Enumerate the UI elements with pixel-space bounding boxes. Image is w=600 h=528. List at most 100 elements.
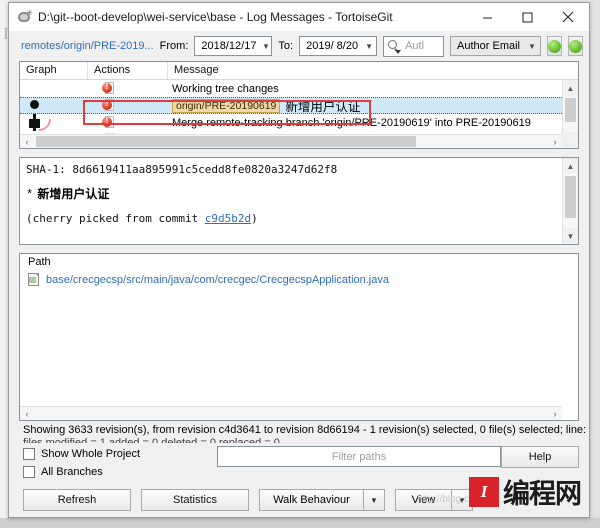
modified-icon <box>102 116 115 129</box>
chevron-down-icon: ▼ <box>365 41 374 51</box>
author-filter-value: Author Email <box>457 40 520 52</box>
checkbox-box[interactable] <box>23 466 35 478</box>
changed-paths-panel[interactable]: Path base/crecgecsp/src/main/java/com/cr… <box>19 253 579 421</box>
checkbox-label: All Branches <box>41 466 103 478</box>
bullet-glyph: * <box>26 188 34 202</box>
tortoisegit-icon: ✳ <box>17 9 33 25</box>
walk-behaviour-split-button[interactable]: Walk Behaviour ▼ <box>259 489 385 511</box>
column-header-actions[interactable]: Actions <box>88 62 168 79</box>
checkbox-label: Show Whole Project <box>41 448 141 460</box>
chevron-down-icon[interactable]: ▼ <box>363 489 385 511</box>
cherry-suffix: ) <box>251 212 258 225</box>
log-messages-window: ✳ D:\git--boot-develop\wei-service\base … <box>8 2 590 518</box>
vscroll-thumb[interactable] <box>565 98 576 122</box>
merge-curve-icon <box>39 119 51 131</box>
commit-message-text: SHA-1: 8d6619411aa895991c5cedd8fe0820a32… <box>20 158 562 244</box>
cherry-commit-link[interactable]: c9d5b2d <box>205 212 251 225</box>
scroll-down-button[interactable] <box>568 36 583 56</box>
window-title: D:\git--boot-develop\wei-service\base - … <box>38 10 393 24</box>
walk-behaviour-label[interactable]: Walk Behaviour <box>259 489 363 511</box>
search-input[interactable]: Autl <box>405 40 424 52</box>
from-date-combo[interactable]: 2018/12/17 ▼ <box>194 36 273 56</box>
scroll-left-arrow-icon[interactable]: ‹ <box>20 137 34 147</box>
option-checkboxes: Show Whole Project All Branches <box>23 443 217 481</box>
chevron-down-icon: ▼ <box>261 41 270 51</box>
revision-rows: Working tree changes origin/PRE-20190619… <box>20 80 562 145</box>
hscroll-track[interactable] <box>34 408 548 419</box>
filter-paths-input[interactable]: Filter paths <box>217 446 501 467</box>
checkbox-show-whole-project[interactable]: Show Whole Project <box>23 445 217 463</box>
branch-selector-link[interactable]: remotes/origin/PRE-2019... <box>21 40 154 52</box>
help-wrapper: Help <box>501 443 579 468</box>
column-header-path[interactable]: Path <box>20 254 562 271</box>
close-button[interactable] <box>547 3 589 31</box>
message-text: Merge remote-tracking branch 'origin/PRE… <box>172 116 531 129</box>
filter-placeholder: Filter paths <box>331 450 387 463</box>
path-hscrollbar[interactable]: ‹ › <box>20 406 562 420</box>
table-row[interactable]: origin/PRE-20190619 新增用户认证 <box>20 97 562 114</box>
from-label: From: <box>159 40 189 52</box>
scroll-up-arrow-icon[interactable]: ▲ <box>563 158 578 174</box>
watermark-text: 编程网 <box>503 479 582 510</box>
actions-cell <box>88 114 168 131</box>
refresh-button[interactable]: Refresh <box>23 489 131 511</box>
message-text: Working tree changes <box>172 82 279 95</box>
watermark-logo-icon: I <box>469 476 499 507</box>
chevron-down-icon: ▼ <box>528 41 536 51</box>
help-button[interactable]: Help <box>501 446 579 468</box>
list-item[interactable]: base/crecgecsp/src/main/java/com/crecgec… <box>28 273 389 286</box>
actions-cell <box>88 97 168 114</box>
commit-subject-text: 新增用户认证 <box>37 187 110 201</box>
vscroll-thumb[interactable] <box>565 176 576 218</box>
graph-cell <box>20 114 88 131</box>
watermark: I 编程网 <box>469 472 582 511</box>
author-filter-combo[interactable]: Author Email ▼ <box>450 36 541 56</box>
graph-cell <box>20 80 88 97</box>
scroll-corner <box>562 134 578 148</box>
scroll-up-button[interactable] <box>547 36 562 56</box>
maximize-button[interactable] <box>507 3 547 31</box>
taskbar-edge <box>0 518 600 528</box>
minimize-button[interactable] <box>467 3 507 31</box>
java-file-icon <box>28 273 41 286</box>
statistics-button[interactable]: Statistics <box>141 489 249 511</box>
commit-message-panel[interactable]: SHA-1: 8d6619411aa895991c5cedd8fe0820a32… <box>19 157 579 245</box>
backdrop-left <box>0 0 8 528</box>
ref-label: origin/PRE-20190619 <box>172 98 281 113</box>
to-date-combo[interactable]: 2019/ 8/20 ▼ <box>299 36 378 56</box>
checkbox-box[interactable] <box>23 448 35 460</box>
up-arrow-icon <box>548 39 561 53</box>
actions-cell <box>88 80 168 97</box>
message-cell: origin/PRE-20190619 新增用户认证 <box>168 97 562 114</box>
to-label: To: <box>278 40 294 52</box>
hscroll-thumb[interactable] <box>36 136 417 147</box>
search-box[interactable]: Autl <box>383 35 445 57</box>
cherry-prefix: (cherry picked from commit <box>26 212 205 225</box>
cherry-pick-line: (cherry picked from commit c9d5b2d) <box>26 212 556 225</box>
revision-list-hscrollbar[interactable]: ‹ › <box>20 134 562 148</box>
backdrop-right <box>590 0 600 528</box>
table-row[interactable]: Merge remote-tracking branch 'origin/PRE… <box>20 114 562 131</box>
down-arrow-icon <box>569 39 582 53</box>
message-vscrollbar[interactable]: ▲ ▼ <box>562 158 578 244</box>
column-header-graph[interactable]: Graph <box>20 62 88 79</box>
status-line-primary: Showing 3633 revision(s), from revision … <box>23 424 589 436</box>
scroll-right-arrow-icon[interactable]: › <box>548 137 562 147</box>
scroll-right-arrow-icon[interactable]: › <box>548 409 562 419</box>
message-cell: Merge remote-tracking branch 'origin/PRE… <box>168 114 562 131</box>
checkbox-all-branches[interactable]: All Branches <box>23 463 217 481</box>
filter-wrapper: Filter paths <box>217 443 501 467</box>
modified-icon <box>102 99 115 112</box>
to-date-value: 2019/ 8/20 <box>306 40 359 52</box>
table-row[interactable]: Working tree changes <box>20 80 562 97</box>
filter-toolbar: remotes/origin/PRE-2019... From: 2018/12… <box>9 31 589 61</box>
column-header-message[interactable]: Message <box>168 62 578 79</box>
scroll-down-arrow-icon[interactable]: ▼ <box>563 228 578 244</box>
scroll-left-arrow-icon[interactable]: ‹ <box>20 409 34 419</box>
revision-list-header: Graph Actions Message <box>20 62 578 80</box>
modified-icon <box>102 82 115 95</box>
commit-node-icon <box>30 100 39 109</box>
scroll-up-arrow-icon[interactable]: ▲ <box>563 80 578 96</box>
hscroll-track[interactable] <box>34 136 548 147</box>
revision-list[interactable]: Graph Actions Message Working tree chang… <box>19 61 579 149</box>
